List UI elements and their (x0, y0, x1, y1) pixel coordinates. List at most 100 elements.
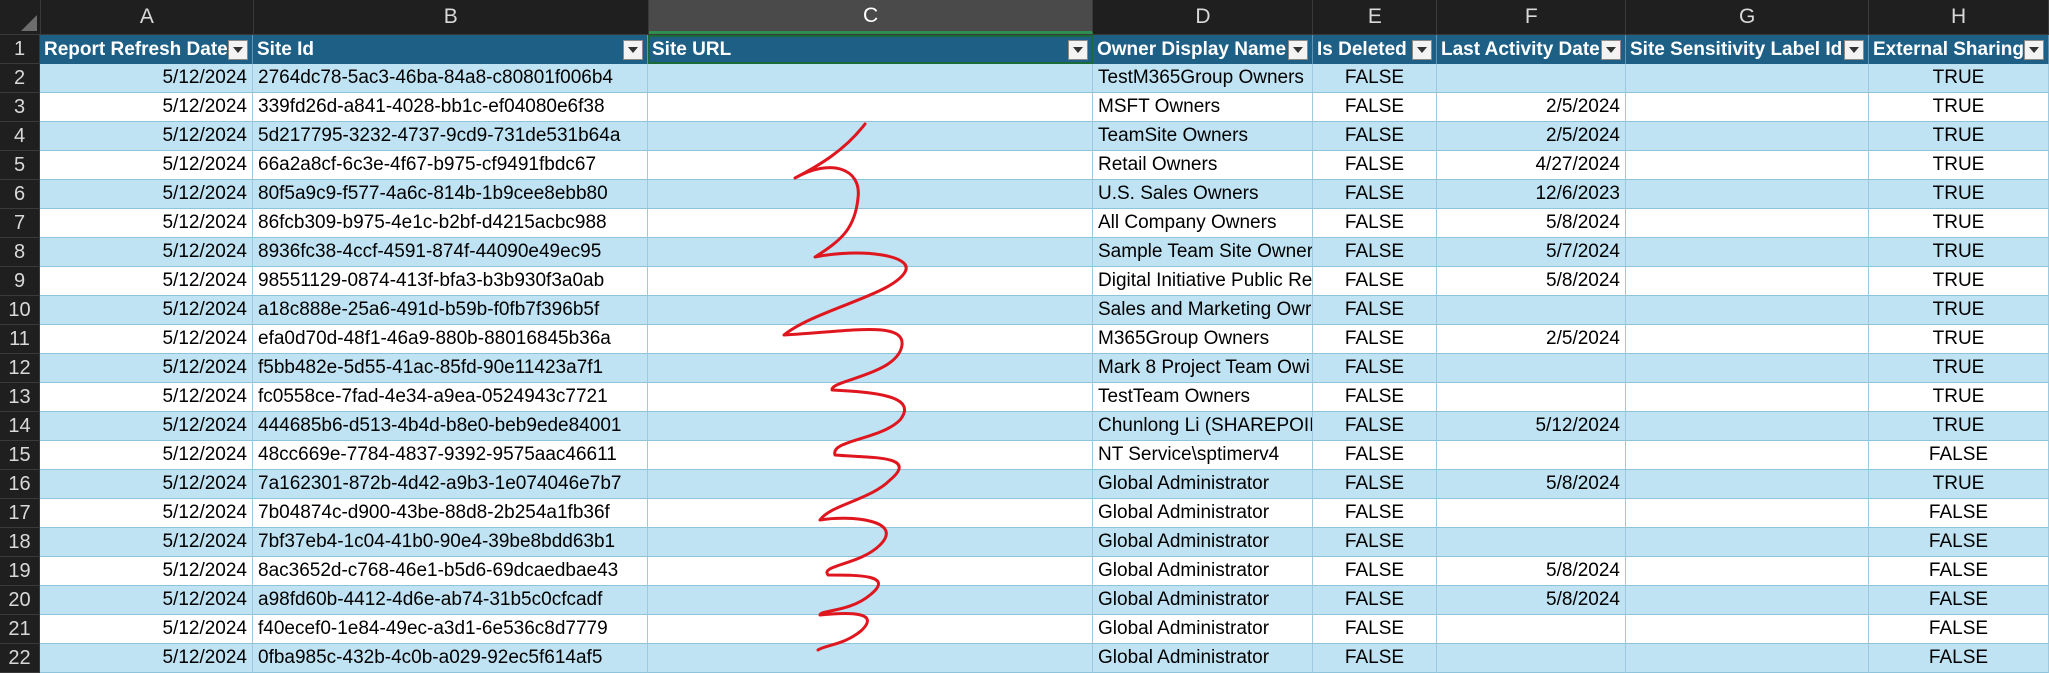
cell-external-sharing[interactable]: TRUE (1869, 296, 2049, 325)
column-header-a[interactable]: A (41, 0, 254, 34)
cell-is-deleted[interactable]: FALSE (1313, 122, 1437, 151)
header-site-url[interactable]: Site URL (648, 35, 1093, 64)
cell-is-deleted[interactable]: FALSE (1313, 209, 1437, 238)
cell-last-activity-date[interactable]: 12/6/2023 (1437, 180, 1626, 209)
cell-site-id[interactable]: 8936fc38-4ccf-4591-874f-44090e49ec95 (253, 238, 648, 267)
select-all-button[interactable] (0, 0, 41, 34)
cell-is-deleted[interactable]: FALSE (1313, 615, 1437, 644)
cell-site-id[interactable]: 7b04874c-d900-43be-88d8-2b254a1fb36f (253, 499, 648, 528)
cell-owner-display-name[interactable]: MSFT Owners (1093, 93, 1313, 122)
cell-site-sensitivity-label-id[interactable] (1626, 151, 1869, 180)
cell-site-id[interactable]: f5bb482e-5d55-41ac-85fd-90e11423a7f1 (253, 354, 648, 383)
cell-site-sensitivity-label-id[interactable] (1626, 383, 1869, 412)
cell-external-sharing[interactable]: TRUE (1869, 238, 2049, 267)
cell-report-refresh-date[interactable]: 5/12/2024 (40, 383, 253, 412)
row-header[interactable]: 8 (0, 238, 40, 267)
cell-report-refresh-date[interactable]: 5/12/2024 (40, 296, 253, 325)
cell-external-sharing[interactable]: FALSE (1869, 586, 2049, 615)
cell-last-activity-date[interactable] (1437, 296, 1626, 325)
cell-report-refresh-date[interactable]: 5/12/2024 (40, 441, 253, 470)
cell-owner-display-name[interactable]: Sample Team Site Owner (1093, 238, 1313, 267)
cell-site-sensitivity-label-id[interactable] (1626, 64, 1869, 93)
cell-external-sharing[interactable]: TRUE (1869, 209, 2049, 238)
cell-site-sensitivity-label-id[interactable] (1626, 528, 1869, 557)
cell-is-deleted[interactable]: FALSE (1313, 383, 1437, 412)
cell-site-url[interactable] (648, 557, 1093, 586)
cell-is-deleted[interactable]: FALSE (1313, 93, 1437, 122)
cell-is-deleted[interactable]: FALSE (1313, 151, 1437, 180)
cell-site-url[interactable] (648, 325, 1093, 354)
cell-site-sensitivity-label-id[interactable] (1626, 209, 1869, 238)
row-header[interactable]: 21 (0, 615, 40, 644)
cell-last-activity-date[interactable]: 5/8/2024 (1437, 557, 1626, 586)
cell-report-refresh-date[interactable]: 5/12/2024 (40, 470, 253, 499)
cell-last-activity-date[interactable] (1437, 383, 1626, 412)
cell-last-activity-date[interactable] (1437, 441, 1626, 470)
cell-is-deleted[interactable]: FALSE (1313, 557, 1437, 586)
row-header[interactable]: 3 (0, 93, 40, 122)
cell-site-id[interactable]: 0fba985c-432b-4c0b-a029-92ec5f614af5 (253, 644, 648, 673)
cell-site-id[interactable]: 48cc669e-7784-4837-9392-9575aac46611 (253, 441, 648, 470)
cell-site-sensitivity-label-id[interactable] (1626, 180, 1869, 209)
cell-external-sharing[interactable]: TRUE (1869, 267, 2049, 296)
cell-is-deleted[interactable]: FALSE (1313, 528, 1437, 557)
cell-site-url[interactable] (648, 238, 1093, 267)
cell-external-sharing[interactable]: TRUE (1869, 325, 2049, 354)
cell-last-activity-date[interactable] (1437, 64, 1626, 93)
cell-is-deleted[interactable]: FALSE (1313, 64, 1437, 93)
cell-report-refresh-date[interactable]: 5/12/2024 (40, 325, 253, 354)
filter-dropdown-icon[interactable] (228, 39, 248, 60)
cell-site-id[interactable]: efa0d70d-48f1-46a9-880b-88016845b36a (253, 325, 648, 354)
cell-owner-display-name[interactable]: Global Administrator (1093, 557, 1313, 586)
cell-site-sensitivity-label-id[interactable] (1626, 499, 1869, 528)
cell-report-refresh-date[interactable]: 5/12/2024 (40, 209, 253, 238)
cell-last-activity-date[interactable] (1437, 354, 1626, 383)
filter-dropdown-icon[interactable] (1601, 39, 1621, 60)
row-header[interactable]: 9 (0, 267, 40, 296)
row-header[interactable]: 20 (0, 586, 40, 615)
cell-owner-display-name[interactable]: Global Administrator (1093, 615, 1313, 644)
cell-external-sharing[interactable]: TRUE (1869, 93, 2049, 122)
cell-owner-display-name[interactable]: Retail Owners (1093, 151, 1313, 180)
cell-last-activity-date[interactable]: 2/5/2024 (1437, 325, 1626, 354)
cell-site-sensitivity-label-id[interactable] (1626, 267, 1869, 296)
cell-owner-display-name[interactable]: Global Administrator (1093, 644, 1313, 673)
row-header[interactable]: 12 (0, 354, 40, 383)
cell-is-deleted[interactable]: FALSE (1313, 325, 1437, 354)
cell-is-deleted[interactable]: FALSE (1313, 644, 1437, 673)
cell-external-sharing[interactable]: TRUE (1869, 412, 2049, 441)
cell-owner-display-name[interactable]: Global Administrator (1093, 528, 1313, 557)
cell-site-url[interactable] (648, 354, 1093, 383)
cell-site-url[interactable] (648, 470, 1093, 499)
filter-dropdown-icon[interactable] (2024, 39, 2044, 60)
cell-is-deleted[interactable]: FALSE (1313, 180, 1437, 209)
column-header-g[interactable]: G (1626, 0, 1870, 34)
row-header[interactable]: 16 (0, 470, 40, 499)
cell-report-refresh-date[interactable]: 5/12/2024 (40, 267, 253, 296)
cell-site-id[interactable]: f40ecef0-1e84-49ec-a3d1-6e536c8d7779 (253, 615, 648, 644)
column-header-d[interactable]: D (1093, 0, 1314, 34)
cell-site-url[interactable] (648, 93, 1093, 122)
cell-site-sensitivity-label-id[interactable] (1626, 325, 1869, 354)
cell-is-deleted[interactable]: FALSE (1313, 354, 1437, 383)
column-header-c[interactable]: C (648, 0, 1094, 34)
cell-is-deleted[interactable]: FALSE (1313, 441, 1437, 470)
cell-owner-display-name[interactable]: Chunlong Li (SHAREPOIN (1093, 412, 1313, 441)
cell-site-id[interactable]: 444685b6-d513-4b4d-b8e0-beb9ede84001 (253, 412, 648, 441)
cell-owner-display-name[interactable]: U.S. Sales Owners (1093, 180, 1313, 209)
cell-site-sensitivity-label-id[interactable] (1626, 441, 1869, 470)
cell-external-sharing[interactable]: TRUE (1869, 64, 2049, 93)
cell-report-refresh-date[interactable]: 5/12/2024 (40, 354, 253, 383)
cell-last-activity-date[interactable]: 5/8/2024 (1437, 209, 1626, 238)
filter-dropdown-icon[interactable] (623, 39, 643, 60)
cell-owner-display-name[interactable]: Digital Initiative Public Re (1093, 267, 1313, 296)
cell-site-sensitivity-label-id[interactable] (1626, 557, 1869, 586)
column-header-e[interactable]: E (1313, 0, 1438, 34)
row-header[interactable]: 15 (0, 441, 40, 470)
cell-site-id[interactable]: fc0558ce-7fad-4e34-a9ea-0524943c7721 (253, 383, 648, 412)
row-header[interactable]: 5 (0, 151, 40, 180)
cell-owner-display-name[interactable]: TestTeam Owners (1093, 383, 1313, 412)
cell-site-sensitivity-label-id[interactable] (1626, 470, 1869, 499)
cell-external-sharing[interactable]: FALSE (1869, 644, 2049, 673)
cell-site-sensitivity-label-id[interactable] (1626, 644, 1869, 673)
